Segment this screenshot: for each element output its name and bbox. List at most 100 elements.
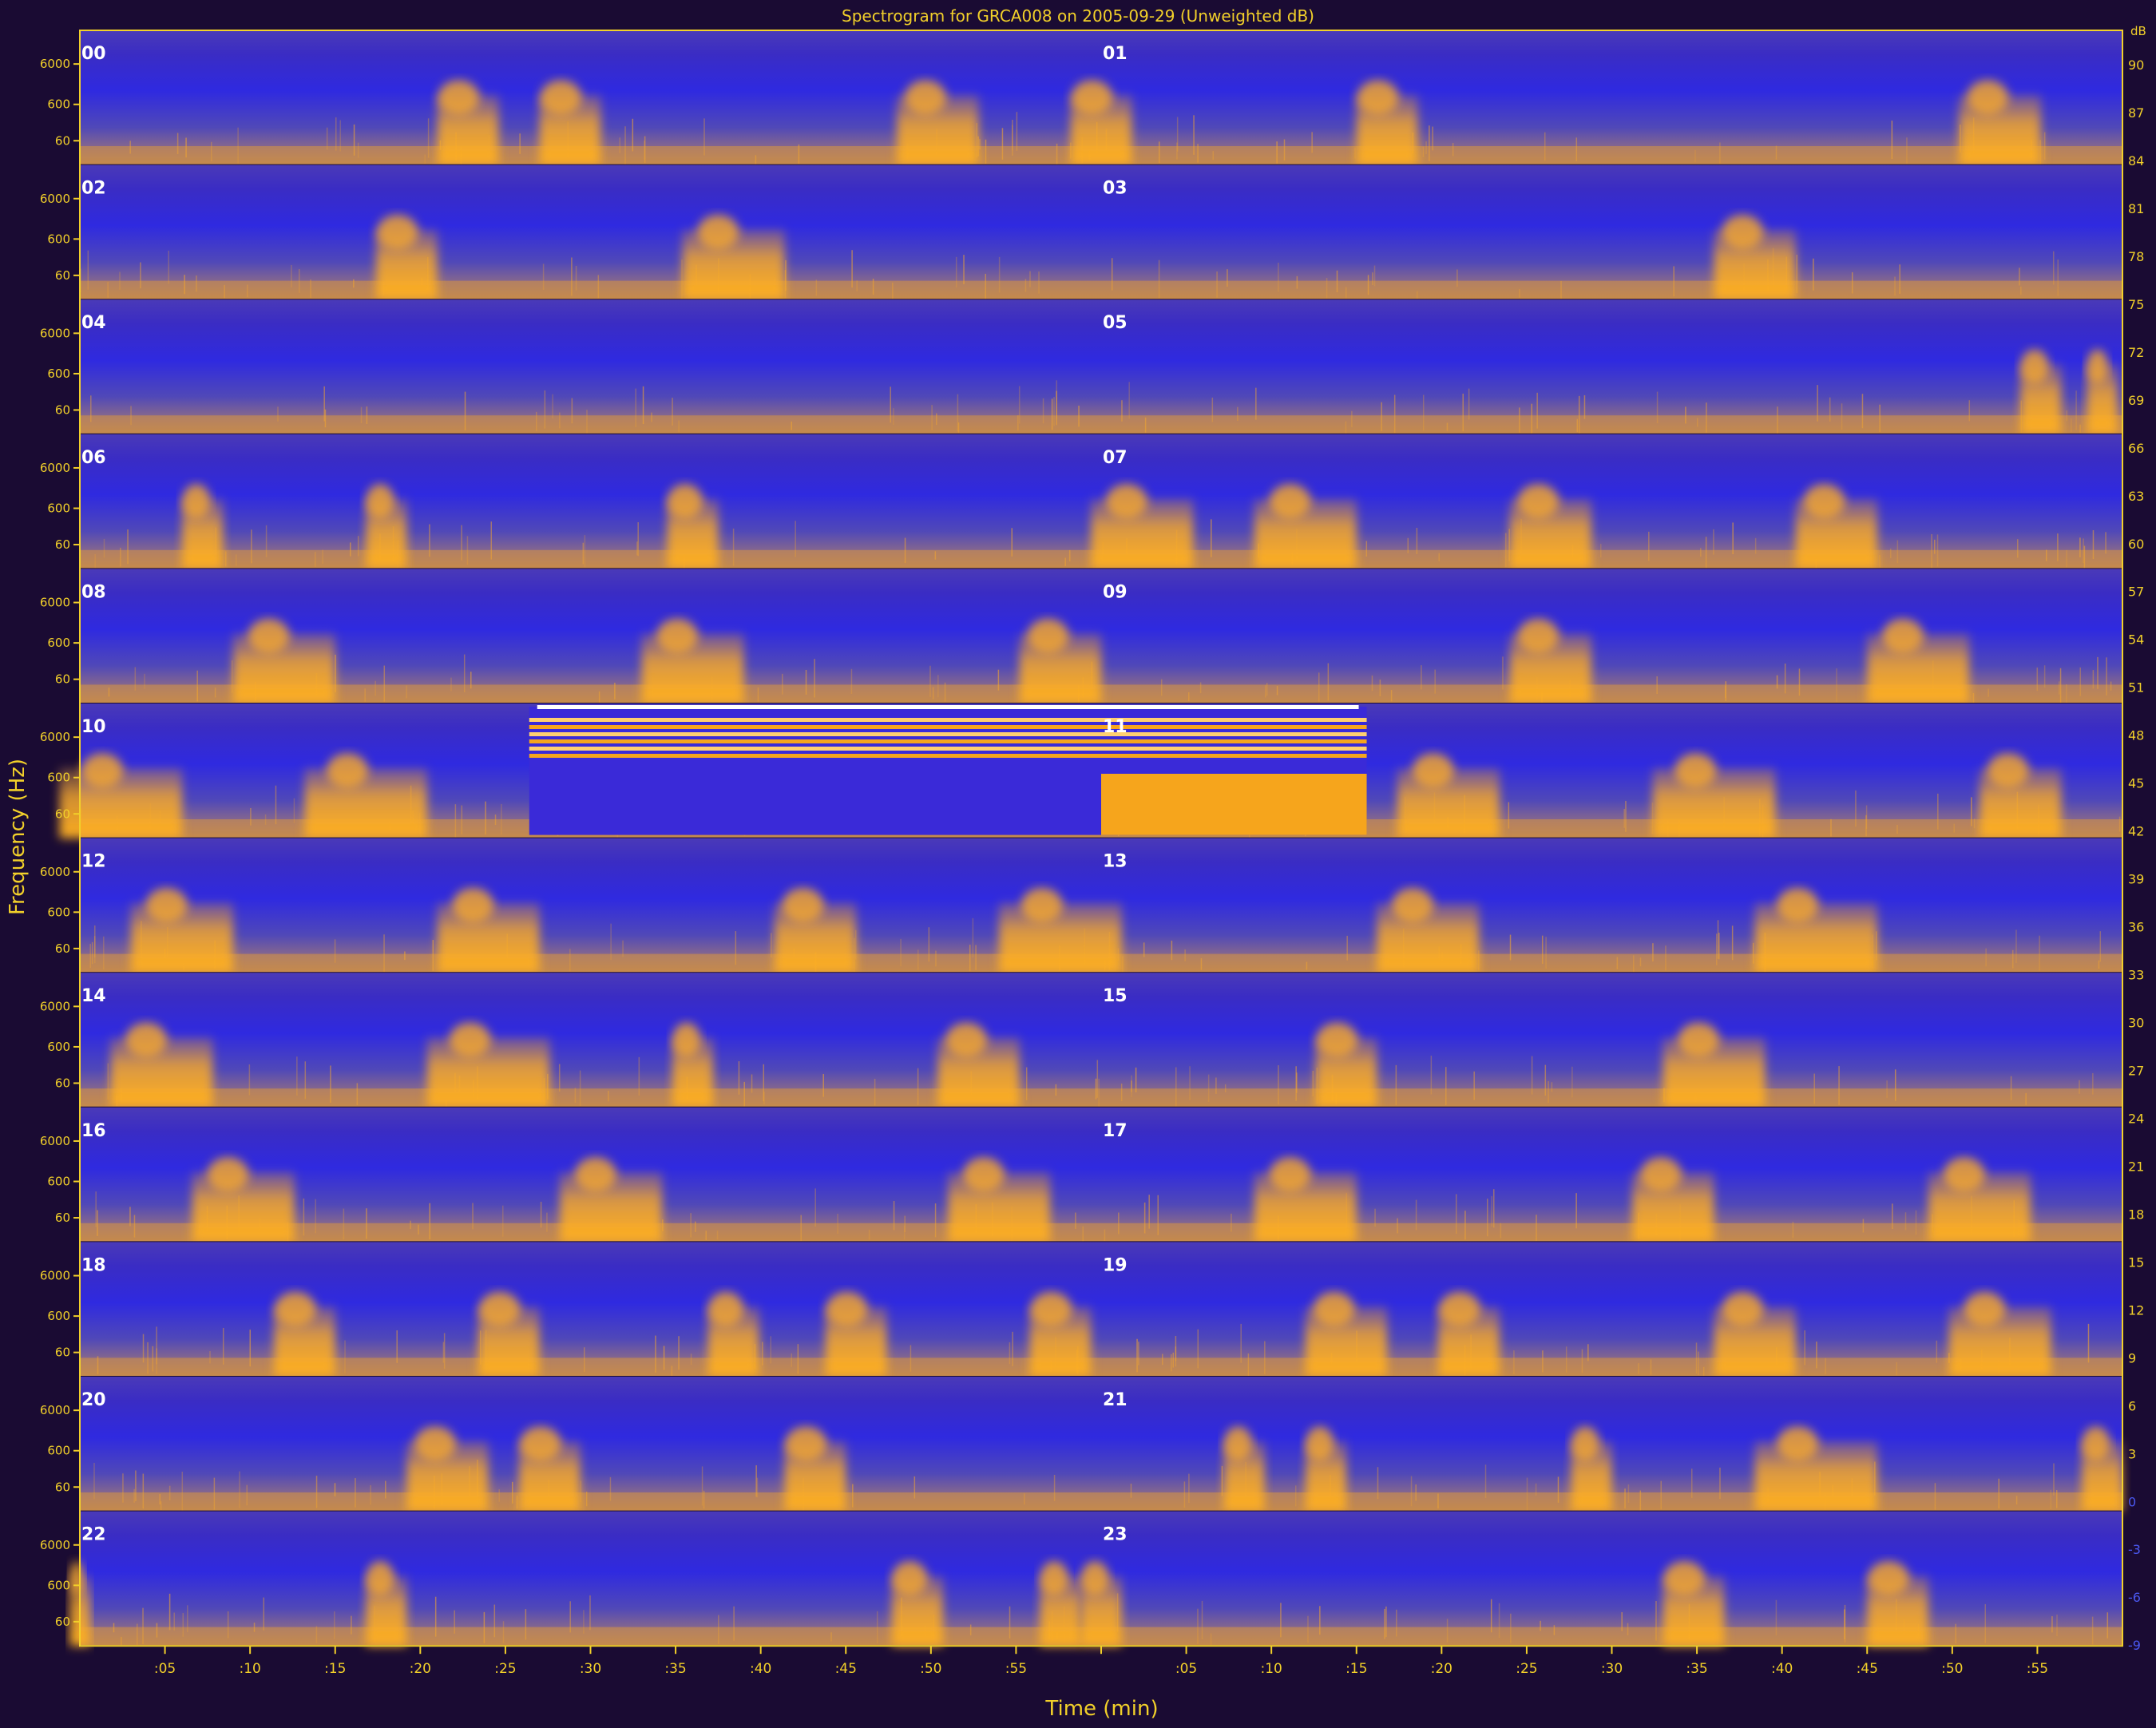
noise-streak bbox=[168, 1593, 171, 1631]
noise-streak bbox=[1193, 115, 1195, 155]
colorbar-tick-label: 81 bbox=[2128, 201, 2144, 216]
noise-streak bbox=[103, 936, 105, 970]
noise-streak bbox=[751, 1074, 753, 1093]
noise-streak bbox=[1702, 1366, 1705, 1377]
noise-streak bbox=[1886, 1080, 1888, 1099]
noise-streak bbox=[130, 406, 132, 426]
noise-streak bbox=[904, 1215, 906, 1233]
noise-streak bbox=[636, 541, 638, 556]
noise-streak bbox=[1410, 1476, 1413, 1507]
noise-streak bbox=[1955, 1623, 1956, 1644]
noise-streak bbox=[366, 1208, 367, 1239]
noise-streak bbox=[494, 814, 497, 826]
colorbar-tick-label: 63 bbox=[2128, 489, 2144, 504]
noise-streak bbox=[490, 521, 492, 560]
noise-streak bbox=[1536, 1215, 1537, 1241]
loud-event-peak bbox=[2087, 349, 2109, 385]
noise-streak bbox=[1968, 400, 1971, 422]
y-tick-label: 6000 bbox=[40, 1538, 70, 1552]
loud-event-peak bbox=[1777, 1426, 1819, 1462]
noise-streak bbox=[2079, 424, 2081, 433]
noise-streak bbox=[733, 1606, 735, 1641]
noise-streak bbox=[1931, 534, 1932, 569]
noise-streak bbox=[2015, 929, 2017, 963]
y-tick-label: 6000 bbox=[40, 999, 70, 1013]
noise-streak bbox=[1422, 146, 1425, 157]
noise-streak bbox=[975, 945, 977, 970]
noise-streak bbox=[133, 1215, 136, 1238]
y-tick-label: 60 bbox=[55, 1480, 70, 1494]
noise-streak bbox=[466, 536, 469, 565]
noise-streak bbox=[1813, 1073, 1815, 1104]
noise-streak bbox=[1276, 141, 1278, 164]
noise-streak bbox=[690, 1353, 692, 1365]
low-frequency-band bbox=[80, 415, 2122, 434]
noise-streak bbox=[1381, 402, 1382, 431]
noise-streak bbox=[791, 1353, 793, 1367]
noise-streak bbox=[969, 1624, 972, 1636]
noise-streak bbox=[2105, 532, 2106, 554]
loud-event-peak bbox=[1722, 1291, 1764, 1327]
hour-label: 08 bbox=[81, 582, 106, 602]
noise-streak bbox=[998, 256, 1001, 293]
noise-streak bbox=[1484, 1464, 1487, 1498]
noise-streak bbox=[1696, 418, 1698, 427]
noise-streak bbox=[512, 1481, 513, 1504]
noise-streak bbox=[1777, 406, 1778, 434]
noise-streak bbox=[196, 670, 198, 702]
noise-streak bbox=[1211, 397, 1214, 422]
noise-streak bbox=[246, 1484, 248, 1506]
noise-streak bbox=[585, 1491, 588, 1507]
noise-streak bbox=[1988, 688, 1989, 697]
noise-streak bbox=[339, 120, 341, 152]
noise-streak bbox=[614, 682, 616, 700]
noise-streak bbox=[735, 931, 737, 965]
noise-streak bbox=[483, 1611, 485, 1643]
noise-streak bbox=[644, 136, 646, 163]
noise-streak bbox=[1211, 519, 1212, 557]
x-tick-label: :35 bbox=[1686, 1661, 1707, 1677]
noise-streak bbox=[797, 1344, 799, 1374]
noise-streak bbox=[237, 127, 239, 164]
colorbar-tick-label: -6 bbox=[2128, 1590, 2141, 1605]
x-tick-label: :15 bbox=[324, 1661, 346, 1677]
noise-streak bbox=[485, 801, 486, 834]
colorbar-tick-label: 45 bbox=[2128, 776, 2144, 791]
colorbar-tick-label: 87 bbox=[2128, 105, 2144, 121]
noise-streak bbox=[1104, 1229, 1106, 1241]
loud-event-peak bbox=[1392, 887, 1434, 923]
noise-streak bbox=[535, 411, 537, 431]
noise-streak bbox=[326, 127, 328, 150]
noise-streak bbox=[1135, 1067, 1137, 1092]
loud-event-peak bbox=[2020, 349, 2049, 385]
noise-streak bbox=[1188, 1473, 1190, 1504]
noise-streak bbox=[1346, 935, 1348, 961]
noise-streak bbox=[1526, 1477, 1528, 1511]
noise-streak bbox=[1407, 537, 1409, 553]
y-tick-label: 600 bbox=[47, 367, 70, 381]
noise-streak bbox=[463, 654, 466, 692]
y-tick-label: 60 bbox=[55, 537, 70, 552]
noise-streak bbox=[1509, 934, 1512, 961]
colorbar-tick-label: 21 bbox=[2128, 1159, 2144, 1174]
y-tick-label: 600 bbox=[47, 905, 70, 919]
noise-streak bbox=[1009, 1342, 1011, 1365]
spectrogram-figure: Spectrogram for GRCA008 on 2005-09-29 (U… bbox=[0, 0, 2156, 1725]
noise-streak bbox=[1171, 940, 1173, 961]
noise-streak bbox=[1934, 539, 1936, 554]
noise-streak bbox=[1491, 1195, 1492, 1227]
noise-streak bbox=[681, 259, 683, 299]
noise-streak bbox=[642, 386, 644, 425]
noise-streak bbox=[1830, 818, 1832, 837]
noise-streak bbox=[1694, 149, 1696, 163]
noise-streak bbox=[1011, 528, 1013, 557]
noise-streak bbox=[214, 688, 216, 698]
noise-streak bbox=[1716, 933, 1718, 965]
noise-streak bbox=[519, 133, 521, 154]
colorbar-tick-label: 12 bbox=[2128, 1302, 2144, 1318]
noise-streak bbox=[1862, 1219, 1865, 1233]
noise-streak bbox=[1891, 121, 1893, 159]
x-tick-label: :20 bbox=[1431, 1661, 1453, 1677]
noise-streak bbox=[127, 529, 129, 565]
noise-streak bbox=[937, 675, 939, 698]
